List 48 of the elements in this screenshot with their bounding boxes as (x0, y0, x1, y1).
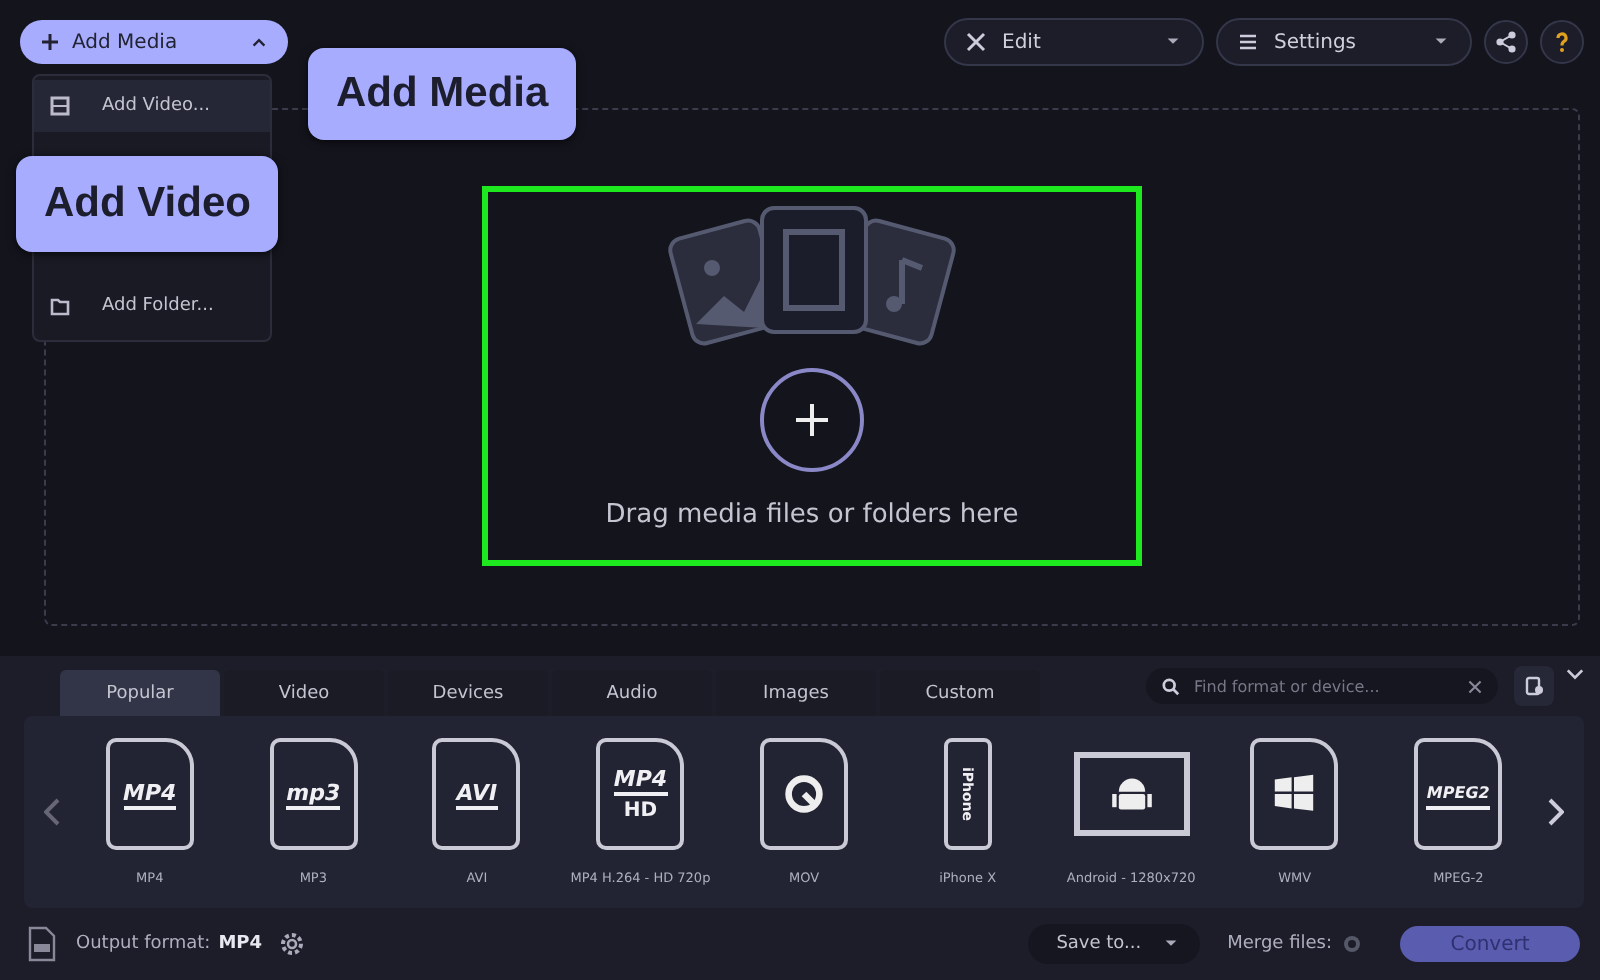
caret-icon (1432, 36, 1450, 48)
search-field[interactable]: Find format or device... (1190, 675, 1458, 697)
share-icon (1494, 30, 1518, 54)
format-tab[interactable]: Popular (60, 670, 220, 716)
collapse-icon[interactable] (1566, 668, 1584, 680)
folder-icon (50, 296, 70, 316)
file-icon (28, 926, 56, 962)
caret-icon (1161, 938, 1180, 950)
help-button[interactable] (1540, 20, 1584, 64)
file-format-icon: MP4 HD (596, 738, 685, 850)
format-tab[interactable]: Video (224, 670, 384, 716)
save-to-dropdown[interactable]: Save to... (1028, 924, 1200, 964)
edit-dropdown[interactable]: Edit (944, 18, 1204, 66)
file-format-icon: MPEG2 (1414, 738, 1503, 850)
share-button[interactable] (1484, 20, 1528, 64)
callout: Add Media (308, 48, 577, 140)
caret-icon (1164, 36, 1182, 48)
plus-icon (40, 32, 60, 52)
format-tab[interactable]: Audio (552, 670, 712, 716)
output-format-label: Output format: (76, 934, 211, 954)
format-tab[interactable]: Images (716, 670, 876, 716)
merge-files-label: Merge files: (1227, 934, 1332, 954)
windows-file-icon (1250, 738, 1339, 850)
output-format-value: MP4 (218, 934, 263, 954)
file-format-icon: mp3 (269, 738, 358, 850)
merge-toggle[interactable] (1344, 936, 1360, 952)
format-tab[interactable]: Custom (880, 670, 1040, 716)
android-tablet-icon (1073, 752, 1190, 836)
clear-icon[interactable] (1468, 679, 1482, 693)
device-detect-button[interactable] (1514, 666, 1554, 706)
plus-icon (792, 400, 832, 440)
menu-item[interactable]: Add Video... (34, 80, 270, 132)
add-media-button[interactable]: Add Media (20, 20, 288, 64)
settings-dropdown[interactable]: Settings (1216, 18, 1472, 66)
caret-icon (250, 36, 268, 48)
quicktime-file-icon (760, 738, 849, 850)
settings-icon[interactable] (278, 930, 307, 958)
add-files-button[interactable] (760, 368, 864, 472)
file-format-icon: MP4 (105, 738, 194, 850)
question-icon (1550, 30, 1574, 54)
device-icon (1524, 676, 1544, 696)
callout: Add Video (16, 156, 279, 252)
menu-icon (1238, 32, 1258, 52)
format-tab[interactable]: Devices (388, 670, 548, 716)
search-bar[interactable]: Find format or device... (1146, 668, 1498, 704)
drop-hint: Drag media files or folders here (605, 500, 1019, 530)
search-icon (1162, 677, 1180, 695)
file-format-icon: AVI (432, 738, 521, 850)
